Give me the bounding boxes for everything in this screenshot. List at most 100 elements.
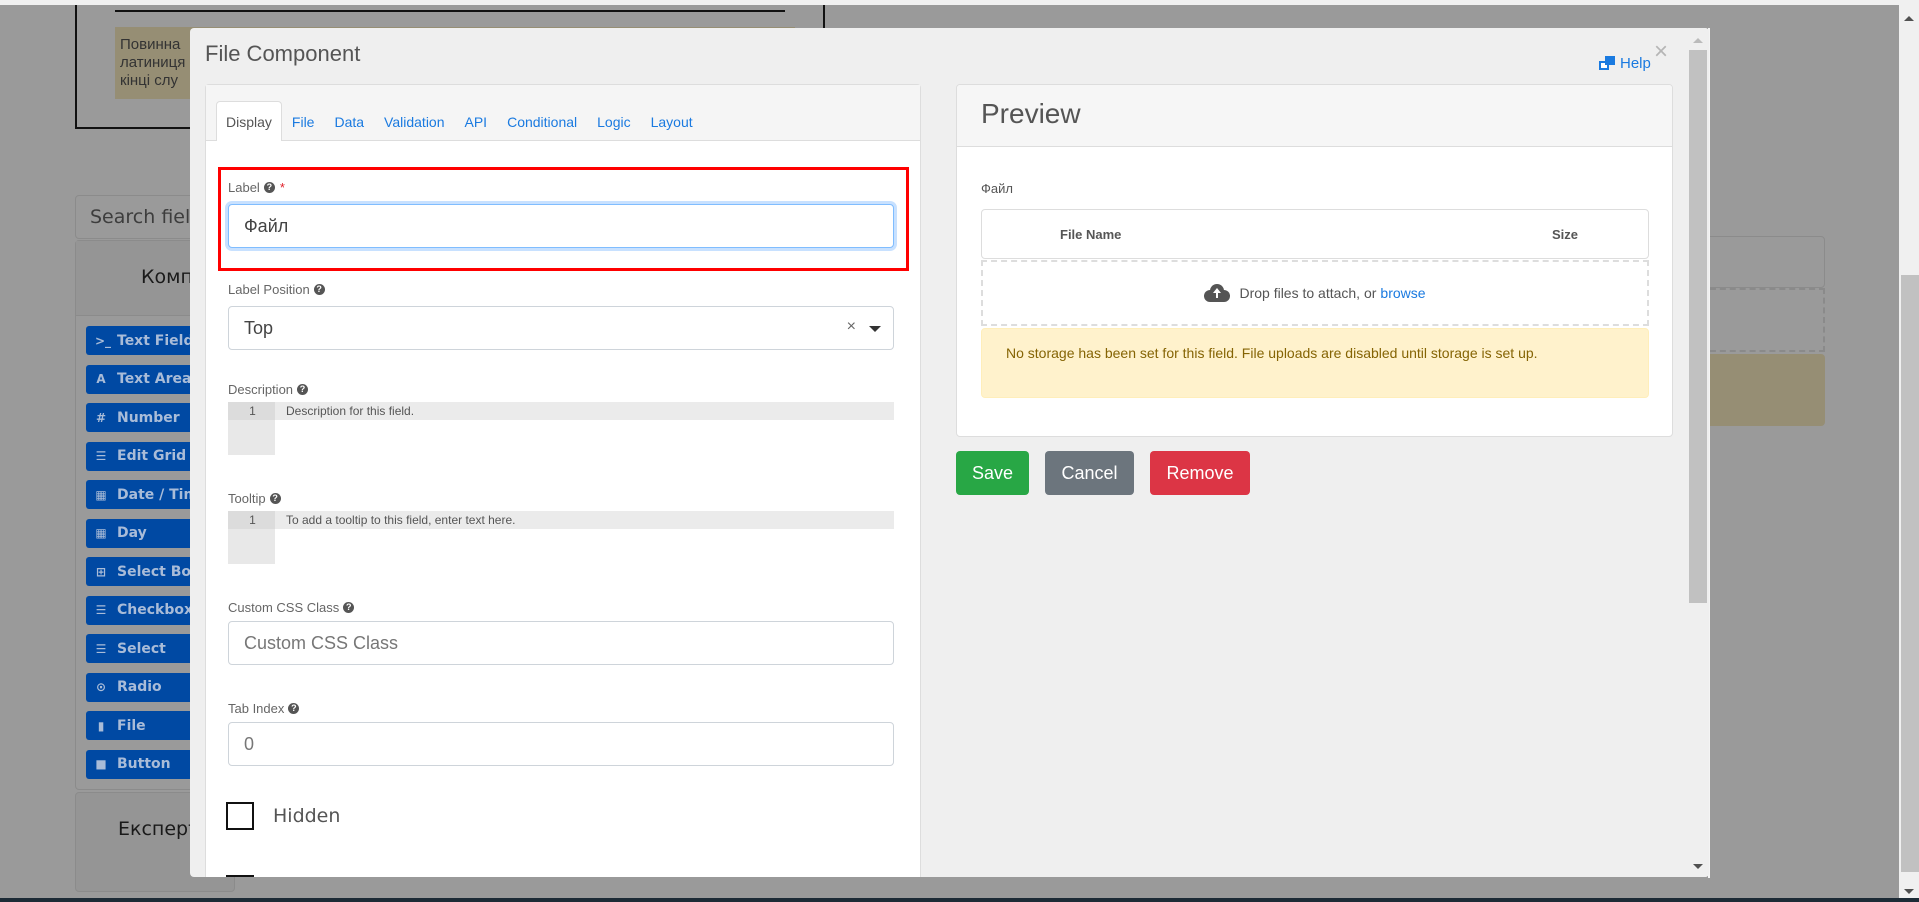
- tab-data[interactable]: Data: [324, 101, 374, 141]
- list-icon: ☰: [95, 641, 107, 656]
- tooltip-editor[interactable]: 1 To add a tooltip to this field, enter …: [228, 511, 894, 564]
- line-number: 1: [228, 511, 275, 529]
- preview-field-label: Файл: [981, 181, 1013, 196]
- component-label: Edit Grid: [117, 448, 187, 464]
- tasks-icon: ☰: [95, 449, 107, 463]
- file-dropzone[interactable]: Drop files to attach, or browse: [981, 260, 1649, 326]
- question-circle-icon[interactable]: ?: [288, 703, 300, 714]
- component-label: Select: [117, 640, 166, 657]
- label-position-select[interactable]: Top ×: [228, 306, 894, 350]
- tab-validation[interactable]: Validation: [374, 101, 454, 141]
- clear-selection-icon[interactable]: ×: [847, 318, 856, 336]
- column-file-name: File Name: [1060, 227, 1122, 242]
- custom-css-input[interactable]: Custom CSS Class: [228, 621, 894, 665]
- label-position-text: Label Position: [228, 282, 310, 297]
- line-number: 1: [228, 402, 275, 420]
- list-icon: ☰: [95, 603, 107, 617]
- background-dropzone: [1700, 288, 1825, 352]
- editor-line: 1 To add a tooltip to this field, enter …: [228, 511, 894, 529]
- label-input-value: Файл: [244, 215, 289, 236]
- save-button[interactable]: Save: [956, 451, 1029, 495]
- question-circle-icon[interactable]: ?: [343, 602, 355, 613]
- page-scrollbar-thumb[interactable]: [1901, 275, 1919, 872]
- page-scrollbar[interactable]: [1899, 5, 1919, 898]
- help-link[interactable]: Help: [1599, 55, 1651, 72]
- component-label: Text Area: [117, 371, 192, 387]
- scroll-up-arrow-icon[interactable]: [1693, 38, 1703, 43]
- description-label: Description ?: [228, 382, 309, 397]
- drop-text: Drop files to attach, or: [1239, 285, 1377, 301]
- file-table-header: File Name Size: [981, 209, 1649, 259]
- question-circle-icon[interactable]: ?: [263, 182, 275, 193]
- close-icon[interactable]: ×: [1654, 40, 1668, 64]
- hashtag-icon: #: [95, 410, 107, 425]
- hidden-checkbox-label: Hidden: [273, 805, 341, 827]
- tab-index-text: Tab Index: [228, 701, 285, 716]
- modal-title: File Component: [205, 41, 361, 66]
- component-label: Text Field: [117, 332, 194, 349]
- calendar-icon: ▦: [95, 487, 107, 502]
- dot-circle-icon: ⊙: [95, 680, 107, 694]
- required-asterisk: *: [279, 180, 285, 195]
- preview-title: Preview: [957, 85, 1672, 147]
- tab-file[interactable]: File: [282, 101, 325, 141]
- tab-conditional[interactable]: Conditional: [497, 101, 587, 141]
- label-position-label: Label Position ?: [228, 282, 325, 297]
- cancel-button[interactable]: Cancel: [1045, 451, 1134, 495]
- browse-link[interactable]: browse: [1380, 285, 1425, 301]
- description-editor[interactable]: 1 Description for this field.: [228, 402, 894, 455]
- tab-index-input[interactable]: 0: [228, 722, 894, 766]
- tooltip-placeholder: To add a tooltip to this field, enter te…: [286, 513, 516, 527]
- chevron-down-icon[interactable]: [869, 326, 881, 332]
- question-circle-icon[interactable]: ?: [297, 384, 309, 395]
- tooltip-label: Tooltip ?: [228, 491, 281, 506]
- tab-layout[interactable]: Layout: [641, 101, 703, 141]
- component-label: File: [117, 717, 146, 734]
- component-label: Day: [117, 525, 147, 541]
- tab-display[interactable]: Display: [216, 101, 282, 141]
- component-label: Radio: [117, 679, 162, 695]
- tab-api[interactable]: API: [455, 101, 498, 141]
- description-placeholder: Description for this field.: [286, 404, 415, 418]
- external-window-icon: [1599, 56, 1616, 71]
- scroll-up-arrow-icon[interactable]: [1904, 16, 1914, 21]
- font-icon: A: [96, 372, 106, 386]
- label-position-value: Top: [244, 317, 274, 338]
- column-size: Size: [1552, 227, 1579, 242]
- plus-square-icon: ⊞: [95, 564, 107, 579]
- background-file-table: [1700, 236, 1825, 288]
- calendar-icon: ▦: [95, 526, 107, 540]
- component-label: Checkbox: [117, 602, 194, 618]
- modal-scrollbar[interactable]: [1689, 28, 1709, 877]
- label-text: Label: [228, 180, 260, 195]
- hidden-checkbox[interactable]: [226, 802, 254, 830]
- remove-button[interactable]: Remove: [1150, 451, 1250, 495]
- scroll-down-arrow-icon[interactable]: [1693, 864, 1703, 869]
- background-divider: [115, 10, 785, 12]
- tab-index-placeholder: 0: [244, 733, 255, 754]
- hidden-checkbox-row[interactable]: Hidden: [226, 802, 340, 830]
- preview-card: Preview Файл File Name Size Drop files t…: [956, 84, 1673, 437]
- cloud-upload-icon: [1204, 284, 1231, 302]
- scroll-down-arrow-icon[interactable]: [1904, 889, 1914, 894]
- question-circle-icon[interactable]: ?: [269, 493, 281, 504]
- help-label: Help: [1620, 55, 1651, 72]
- tooltip-text: Tooltip: [228, 491, 266, 506]
- stop-icon: ■: [95, 757, 107, 771]
- next-checkbox[interactable]: [226, 875, 254, 877]
- terminal-icon: >_: [95, 333, 112, 348]
- tab-index-label: Tab Index ?: [228, 701, 300, 716]
- description-text: Description: [228, 382, 294, 397]
- question-circle-icon[interactable]: ?: [313, 284, 325, 295]
- tab-logic[interactable]: Logic: [587, 101, 640, 141]
- editor-line: 1 Description for this field.: [228, 402, 894, 420]
- component-label: Button: [117, 756, 171, 772]
- next-checkbox-row[interactable]: [226, 875, 254, 877]
- custom-css-label: Custom CSS Class ?: [228, 600, 355, 615]
- background-warning: [1700, 354, 1825, 426]
- label-input[interactable]: Файл: [228, 204, 894, 248]
- file-icon: ▮: [97, 718, 105, 733]
- component-label: Number: [117, 409, 180, 426]
- custom-css-text: Custom CSS Class: [228, 600, 340, 615]
- modal-scrollbar-thumb[interactable]: [1689, 50, 1707, 603]
